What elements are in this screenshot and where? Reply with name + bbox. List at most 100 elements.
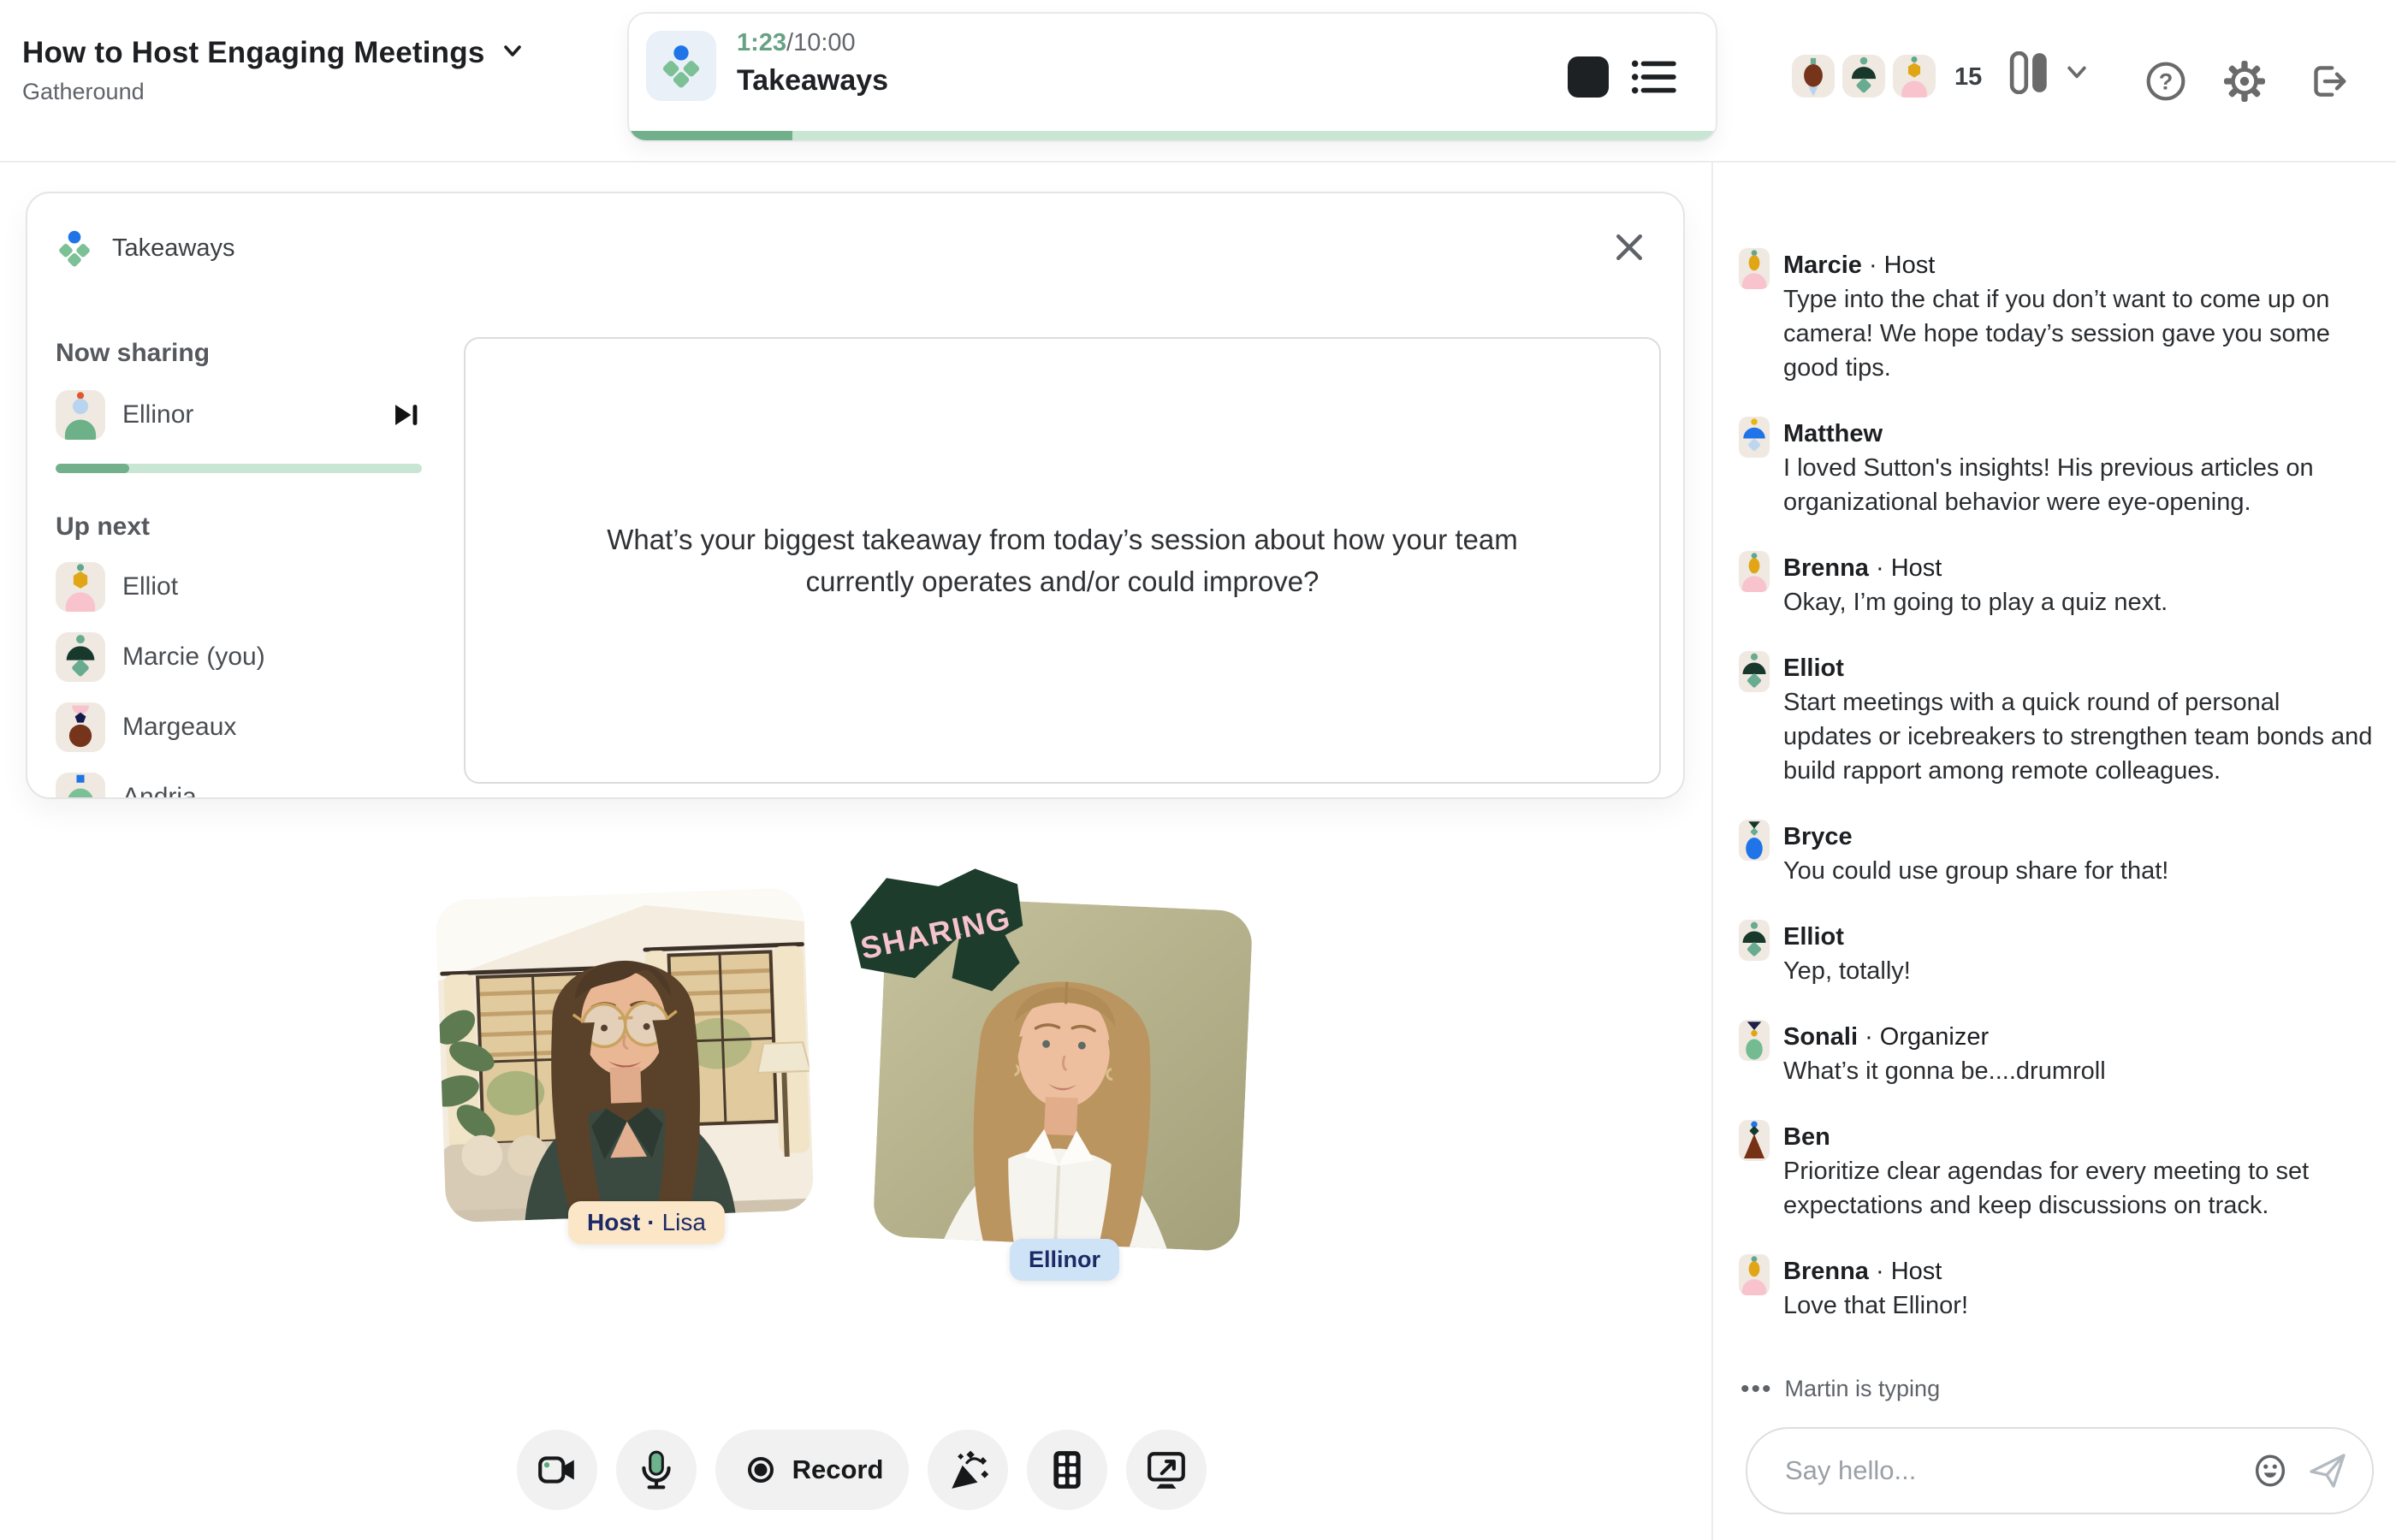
gear-icon (2223, 60, 2266, 103)
app-name: Gatheround (22, 79, 525, 105)
leave-event-button[interactable] (2305, 60, 2348, 103)
svg-text:?: ? (2159, 68, 2174, 94)
participant-chip[interactable] (1792, 55, 1835, 98)
exit-icon (2305, 60, 2348, 103)
call-controls: Record (517, 1430, 1207, 1510)
participant-count: 15 (1954, 63, 1982, 92)
avatar-icon (1739, 820, 1770, 861)
panel-header: Takeaways (56, 229, 234, 267)
list-icon (1631, 59, 1677, 95)
microphone-icon (635, 1448, 678, 1491)
elapsed-time: 1:23 (737, 29, 786, 56)
avatar (1739, 417, 1770, 458)
up-next-label: Up next (56, 512, 422, 542)
participant-avatars[interactable] (1792, 55, 1936, 98)
skip-next-button[interactable] (394, 404, 418, 426)
typing-indicator: ••• Martin is typing (1741, 1376, 1940, 1402)
chat-text: Okay, I’m going to play a quiz next. (1783, 585, 2374, 619)
activity-logo-tile (646, 31, 716, 101)
settings-button[interactable] (2223, 60, 2266, 103)
activity-progress-bar (629, 131, 1716, 140)
help-button[interactable]: ? (2144, 60, 2187, 103)
typing-dots-icon: ••• (1741, 1381, 1773, 1398)
avatar-icon (56, 702, 105, 752)
record-button[interactable]: Record (715, 1430, 909, 1510)
activity-title: Takeaways (737, 64, 888, 98)
meeting-title-dropdown[interactable]: How to Host Engaging Meetings (22, 36, 525, 70)
up-next-row: Elliot (56, 562, 422, 612)
name-tag-ellinor: Ellinor (1010, 1239, 1119, 1281)
media-grid-button[interactable] (1027, 1430, 1107, 1510)
send-button[interactable] (2307, 1450, 2348, 1491)
effects-button[interactable] (928, 1430, 1008, 1510)
avatar-icon (56, 632, 105, 682)
up-next-list: Elliot Marcie (you) Margeaux Andria (56, 562, 422, 799)
chat-message: Brenna · HostLove that Ellinor! (1739, 1254, 2374, 1323)
avatar-icon (1739, 417, 1770, 458)
avatar (1739, 651, 1770, 692)
screen-share-icon (1145, 1448, 1188, 1491)
avatar-icon (1739, 1120, 1770, 1161)
meeting-title-block: How to Host Engaging Meetings Gatheround (22, 36, 525, 105)
participant-name: Andria (122, 783, 197, 799)
participant-name: Elliot (122, 572, 178, 601)
microphone-button[interactable] (616, 1430, 697, 1510)
typing-text: Martin is typing (1785, 1376, 1941, 1402)
filmstrip-icon (1046, 1448, 1088, 1491)
avatar (1739, 820, 1770, 861)
activity-timer-card: 1:23/10:00 Takeaways (627, 12, 1717, 142)
chat-message: ElliotStart meetings with a quick round … (1739, 651, 2374, 788)
chat-message-list[interactable]: Marcie · HostType into the chat if you d… (1739, 248, 2374, 1369)
skip-next-icon (394, 404, 418, 426)
chat-message: MatthewI loved Sutton's insights! His pr… (1739, 417, 2374, 519)
avatar (1739, 248, 1770, 289)
meeting-title: How to Host Engaging Meetings (22, 36, 485, 70)
participant-name: Margeaux (122, 713, 236, 742)
avatar (56, 390, 105, 440)
chat-author: Matthew (1783, 417, 2374, 451)
chat-text: Type into the chat if you don’t want to … (1783, 282, 2374, 385)
sharing-queue: Now sharing Ellinor Up next Elliot Marcie… (56, 339, 422, 799)
avatar-icon (56, 562, 105, 612)
avatar-icon (1739, 551, 1770, 592)
avatar-icon (1739, 920, 1770, 961)
agenda-list-button[interactable] (1630, 56, 1678, 98)
avatar (56, 632, 105, 682)
prompt-text: What’s your biggest takeaway from today’… (562, 518, 1563, 602)
avatar-icon (1739, 1020, 1770, 1061)
participant-name: Marcie (you) (122, 643, 265, 672)
avatar-icon (1893, 55, 1936, 98)
chat-author: Brenna · Host (1783, 551, 2374, 585)
activity-timer: 1:23/10:00 (737, 29, 888, 57)
camera-button[interactable] (517, 1430, 597, 1510)
participant-chip[interactable] (1842, 55, 1885, 98)
participant-chip[interactable] (1893, 55, 1936, 98)
up-next-row: Marcie (you) (56, 632, 422, 682)
chat-author: Marcie · Host (1783, 248, 2374, 282)
camera-icon (536, 1448, 578, 1491)
avatar-icon (1739, 248, 1770, 289)
screen-share-button[interactable] (1126, 1430, 1207, 1510)
sharing-progress-bar (56, 464, 422, 473)
panel-title: Takeaways (112, 234, 234, 263)
gatheround-logo-icon (659, 44, 703, 88)
now-sharing-row: Ellinor (56, 390, 422, 440)
stop-activity-button[interactable] (1568, 56, 1609, 98)
close-icon (1615, 233, 1644, 262)
up-next-row: Andria (56, 773, 422, 799)
layout-switcher[interactable] (2009, 51, 2090, 94)
video-tile-lisa[interactable] (436, 888, 815, 1223)
chat-author: Sonali · Organizer (1783, 1020, 2374, 1054)
now-sharing-label: Now sharing (56, 339, 422, 368)
chat-input[interactable] (1783, 1454, 2251, 1487)
name-tag-lisa: Host·Lisa (568, 1201, 725, 1244)
avatar (1739, 551, 1770, 592)
avatar-icon (1842, 55, 1885, 98)
emoji-button[interactable] (2251, 1451, 2290, 1490)
avatar-icon (56, 773, 105, 799)
close-panel-button[interactable] (1615, 233, 1644, 262)
avatar-icon (1739, 651, 1770, 692)
avatar (56, 702, 105, 752)
avatar (56, 562, 105, 612)
record-label: Record (792, 1454, 884, 1485)
